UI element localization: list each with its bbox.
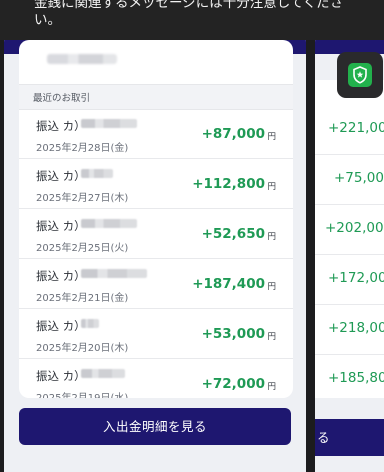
transaction-amount: +52,650 xyxy=(201,226,265,242)
transaction-amount: +218,000 xyxy=(328,320,384,336)
security-badge[interactable] xyxy=(337,52,383,98)
secondary-transactions-panel: +221,000 +75,000 +202,000 +172,000 +218,… xyxy=(315,80,384,398)
transaction-date: 2025年2月19日(水) xyxy=(36,389,128,398)
transaction-name: 振込 カ） xyxy=(36,119,86,133)
transaction-amount: +221,000 xyxy=(328,120,384,136)
transaction-amount: +187,400 xyxy=(192,276,265,292)
account-info-redacted xyxy=(47,54,117,64)
view-statement-button[interactable]: 入出金明細を見る xyxy=(19,408,291,445)
transaction-amount: +112,800 xyxy=(192,176,265,192)
transaction-name: 振込 カ） xyxy=(36,219,86,233)
row-divider xyxy=(315,354,384,355)
transaction-amount: +75,000 xyxy=(334,170,384,186)
transaction-date: 2025年2月27日(木) xyxy=(36,193,129,204)
transaction-date: 2025年2月28日(金) xyxy=(36,143,129,154)
currency-unit: 円 xyxy=(267,132,276,142)
recent-transactions-header: 最近のお取引 xyxy=(19,84,293,110)
transaction-amount: +172,000 xyxy=(328,270,384,286)
shield-star-icon xyxy=(348,63,372,87)
transaction-name: 振込 カ） xyxy=(36,269,86,283)
row-divider xyxy=(315,304,384,305)
warning-text-line2: い。 xyxy=(34,12,61,28)
currency-unit: 円 xyxy=(267,332,276,342)
payer-name-redacted xyxy=(81,269,147,278)
row-divider xyxy=(315,154,384,155)
transaction-amount: +72,000 xyxy=(201,376,265,392)
transaction-date: 2025年2月20日(木) xyxy=(36,343,129,354)
warning-text-line1: 金銭に関連するメッセージには十分注意してくださ xyxy=(34,0,344,11)
transaction-row[interactable]: 振込 カ） 2025年2月28日(金) +87,000 円 xyxy=(19,109,293,159)
currency-unit: 円 xyxy=(267,232,276,242)
currency-unit: 円 xyxy=(267,282,276,292)
transaction-amount: +53,000 xyxy=(201,326,265,342)
account-card[interactable]: 最近のお取引 振込 カ） 2025年2月28日(金) +87,000 円 振込 … xyxy=(4,24,306,472)
transaction-row[interactable]: 振込 カ） 2025年2月21日(金) +187,400 円 xyxy=(19,259,293,309)
payer-name-redacted xyxy=(81,219,137,228)
transaction-name: 振込 カ） xyxy=(36,169,86,183)
transaction-row[interactable]: 振込 カ） 2025年2月25日(火) +52,650 円 xyxy=(19,209,293,259)
payer-name-redacted xyxy=(81,169,113,178)
payer-name-redacted xyxy=(81,319,99,328)
security-warning-banner: 金銭に関連するメッセージには十分注意してくださ い。 xyxy=(0,0,384,40)
currency-unit: 円 xyxy=(267,182,276,192)
transaction-name: 振込 カ） xyxy=(36,369,86,383)
secondary-statement-button[interactable]: る xyxy=(315,419,384,456)
row-divider xyxy=(315,204,384,205)
transaction-row[interactable]: 振込 カ） 2025年2月27日(木) +112,800 円 xyxy=(19,159,293,209)
transaction-date: 2025年2月21日(金) xyxy=(36,293,129,304)
transaction-amount: +87,000 xyxy=(201,126,265,142)
transaction-amount: +202,000 xyxy=(325,220,384,236)
transaction-name: 振込 カ） xyxy=(36,319,86,333)
transaction-row[interactable]: 振込 カ） 2025年2月20日(木) +53,000 円 xyxy=(19,309,293,359)
row-divider xyxy=(315,254,384,255)
transactions-panel: 最近のお取引 振込 カ） 2025年2月28日(金) +87,000 円 振込 … xyxy=(19,40,293,398)
currency-unit: 円 xyxy=(267,382,276,392)
transaction-amount: +185,800 xyxy=(328,370,384,386)
recent-transactions-title: 最近のお取引 xyxy=(33,93,91,104)
screen: 金銭に関連するメッセージには十分注意してくださ い。 最近のお取引 振込 カ） … xyxy=(0,0,384,472)
transaction-row[interactable]: 振込 カ） 2025年2月19日(水) +72,000 円 xyxy=(19,359,293,398)
payer-name-redacted xyxy=(81,369,125,378)
transaction-date: 2025年2月25日(火) xyxy=(36,243,129,254)
payer-name-redacted xyxy=(81,119,137,128)
